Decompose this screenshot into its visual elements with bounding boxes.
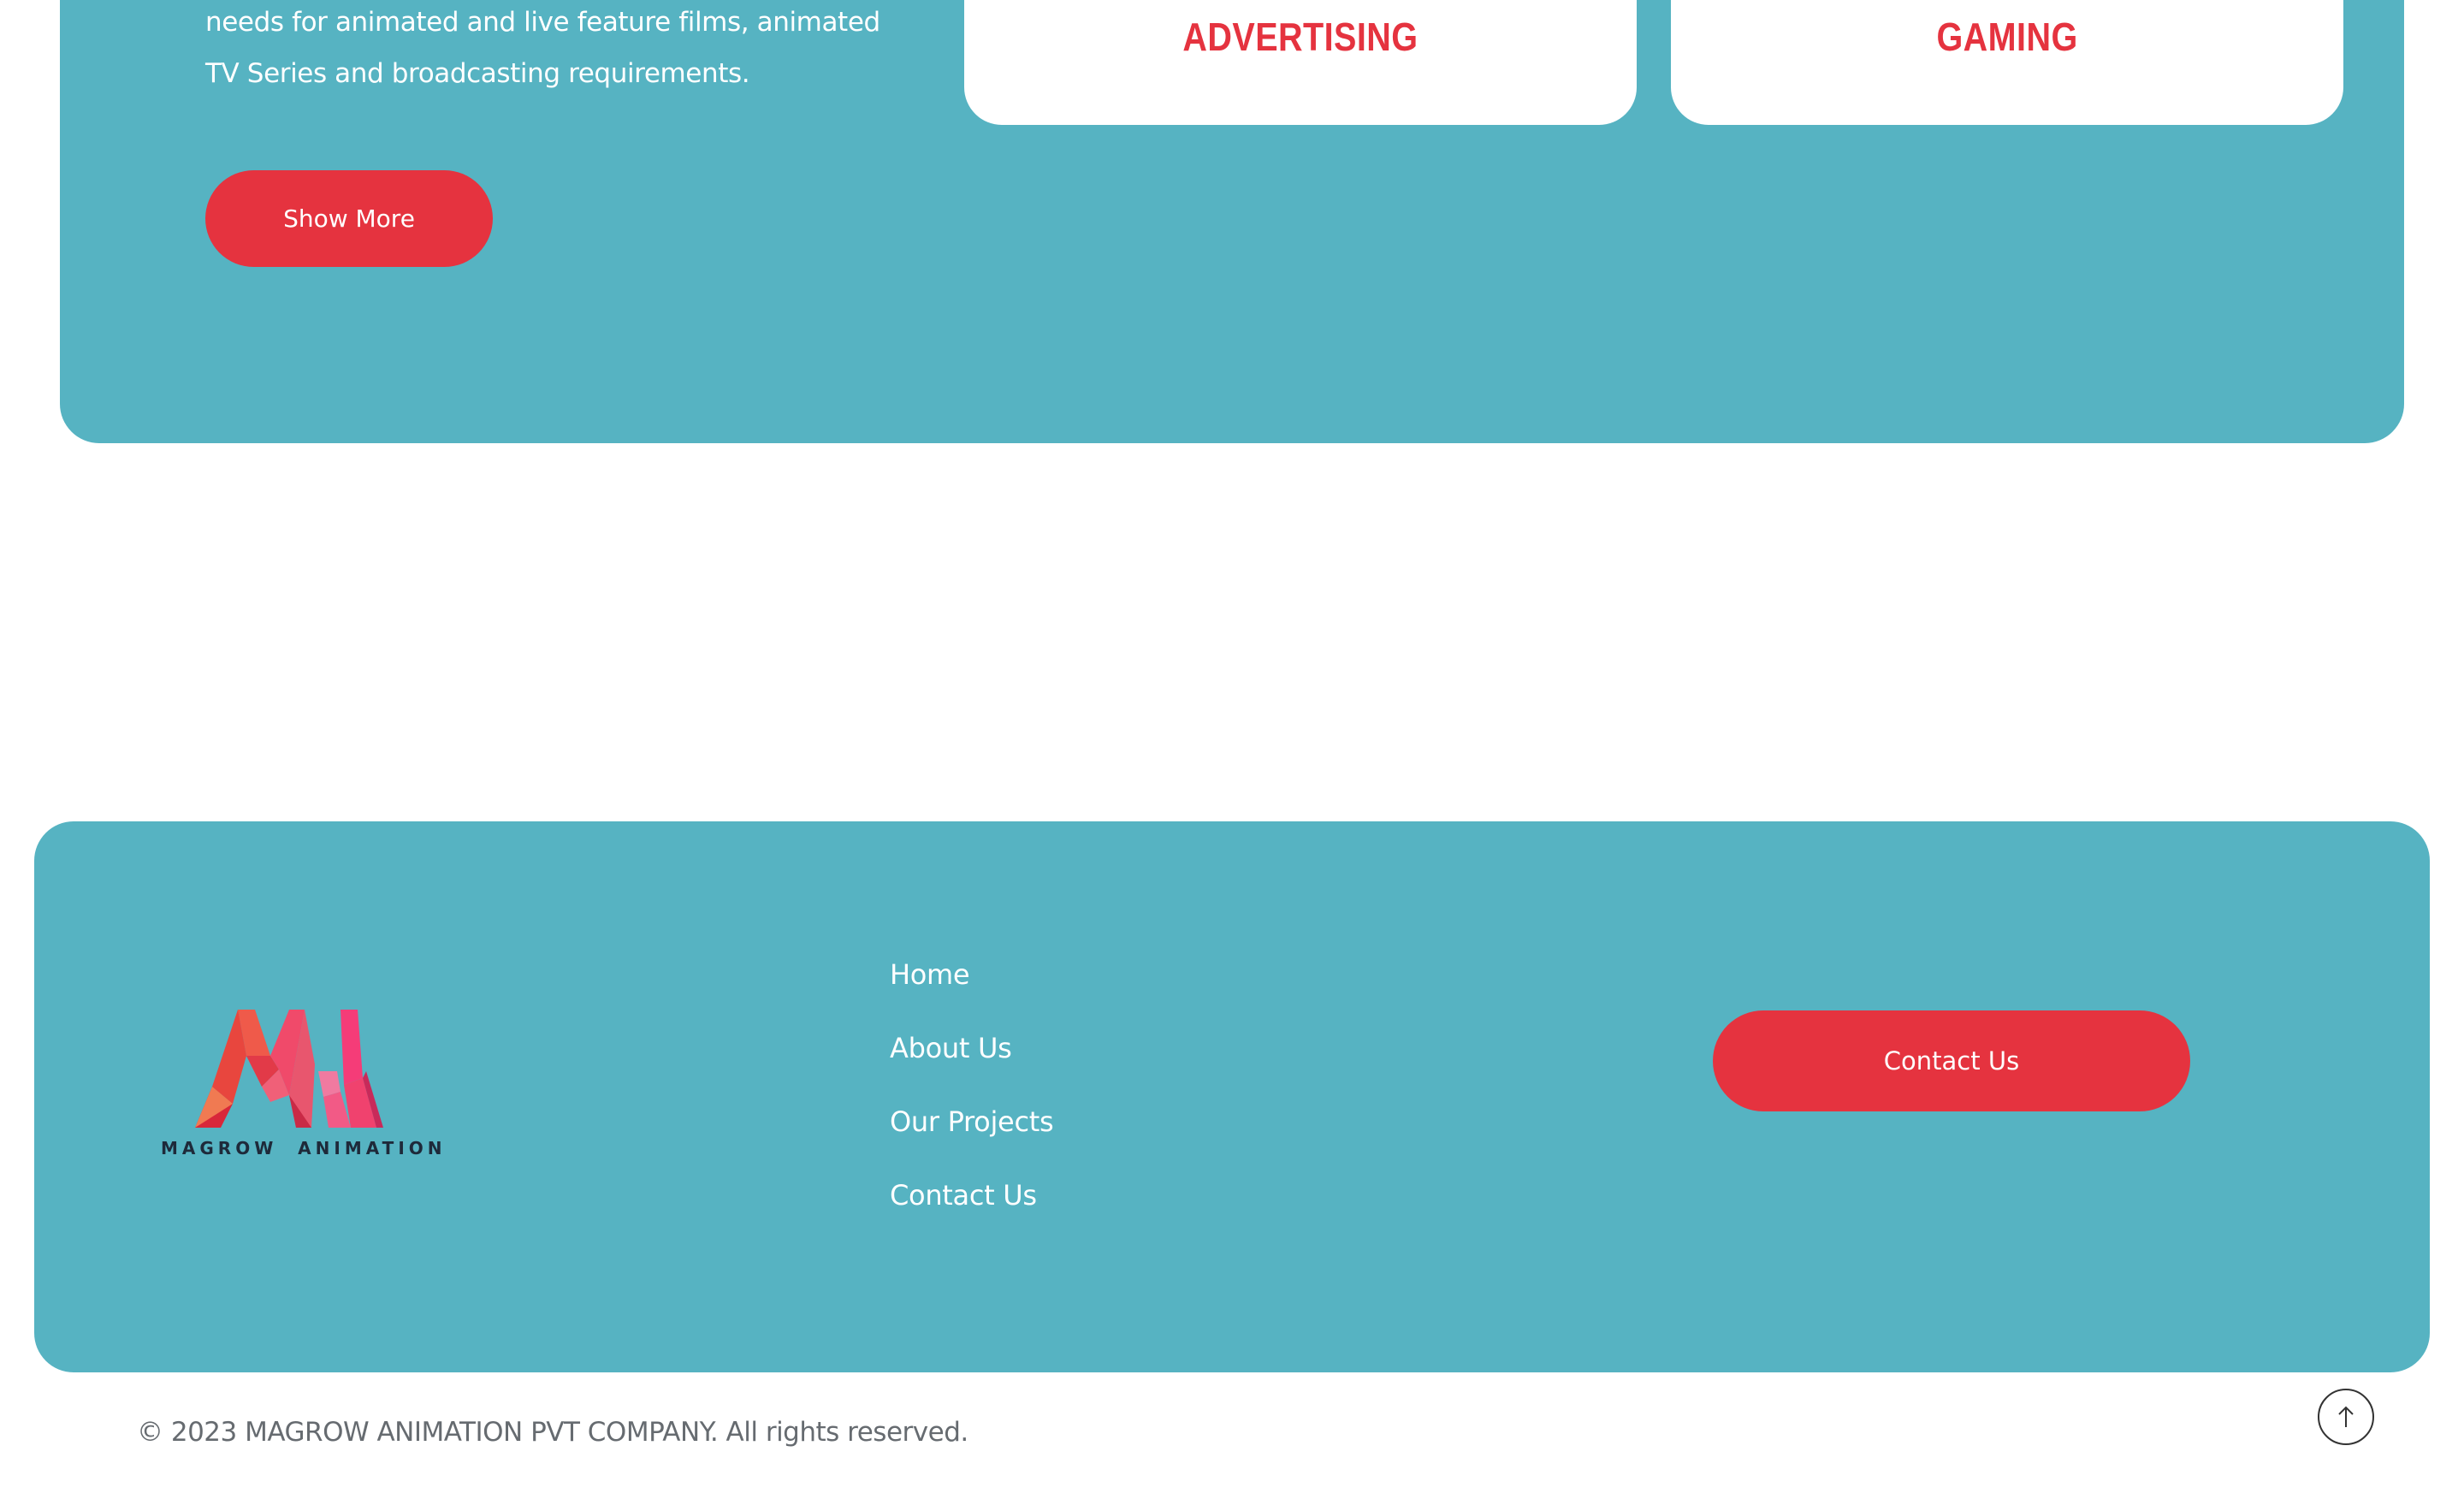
service-card-advertising[interactable]: ADVERTISING bbox=[964, 0, 1637, 125]
footer-nav-home[interactable]: Home bbox=[890, 958, 970, 991]
show-more-button[interactable]: Show More bbox=[205, 170, 493, 267]
contact-us-button[interactable]: Contact Us bbox=[1713, 1010, 2190, 1111]
footer: MAGROW ANIMATION Home About Us Our Proje… bbox=[34, 821, 2430, 1372]
footer-nav-our-projects[interactable]: Our Projects bbox=[890, 1105, 1054, 1138]
arrow-up-icon bbox=[2338, 1406, 2354, 1427]
logo-mark-icon bbox=[195, 1010, 383, 1128]
service-card-label: ADVERTISING bbox=[1182, 14, 1419, 59]
logo-text: MAGROW ANIMATION bbox=[161, 1138, 447, 1158]
services-description: knowledge from character and set modelin… bbox=[205, 7, 880, 89]
company-logo[interactable]: MAGROW ANIMATION bbox=[161, 1010, 442, 1158]
copyright-text: © 2023 MAGROW ANIMATION PVT COMPANY. All… bbox=[137, 1417, 968, 1448]
back-to-top-button[interactable] bbox=[2318, 1389, 2374, 1445]
footer-nav-contact-us[interactable]: Contact Us bbox=[890, 1179, 1037, 1212]
footer-nav-about-us[interactable]: About Us bbox=[890, 1032, 1012, 1064]
service-card-gaming[interactable]: GAMING bbox=[1671, 0, 2343, 125]
services-section: knowledge from character and set modelin… bbox=[60, 0, 2404, 443]
service-card-label: GAMING bbox=[1936, 14, 2078, 59]
